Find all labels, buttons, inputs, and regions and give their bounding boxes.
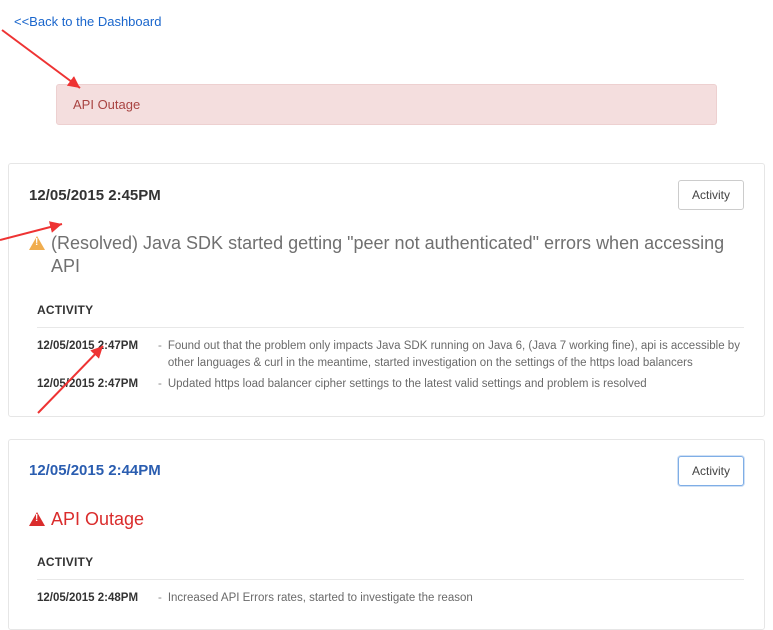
activity-section-label: ACTIVITY: [37, 303, 744, 317]
activity-button[interactable]: Activity: [678, 456, 744, 486]
log-message: Found out that the problem only impacts …: [168, 338, 744, 373]
log-message: Increased API Errors rates, started to i…: [168, 590, 744, 607]
incident-timestamp: 12/05/2015 2:44PM: [29, 462, 161, 479]
incident-title-row: ! API Outage: [29, 508, 744, 531]
log-row: 12/05/2015 2:47PM - Found out that the p…: [37, 338, 744, 373]
log-separator: -: [158, 376, 162, 393]
warning-triangle-icon: !: [29, 512, 45, 526]
alert-banner-text: API Outage: [73, 97, 140, 112]
warning-triangle-icon: !: [29, 236, 45, 250]
log-timestamp: 12/05/2015 2:47PM: [37, 338, 152, 373]
alert-banner: API Outage: [56, 84, 717, 125]
back-to-dashboard-link[interactable]: <<Back to the Dashboard: [0, 0, 161, 29]
incident-title: API Outage: [51, 508, 144, 531]
log-timestamp: 12/05/2015 2:47PM: [37, 376, 152, 393]
incident-card: 12/05/2015 2:45PM Activity ! (Resolved) …: [8, 163, 765, 417]
log-separator: -: [158, 590, 162, 607]
incident-title-row: ! (Resolved) Java SDK started getting "p…: [29, 232, 744, 279]
incident-title: (Resolved) Java SDK started getting "pee…: [51, 232, 744, 279]
divider: [37, 327, 744, 328]
activity-button[interactable]: Activity: [678, 180, 744, 210]
log-timestamp: 12/05/2015 2:48PM: [37, 590, 152, 607]
activity-section-label: ACTIVITY: [37, 555, 744, 569]
log-message: Updated https load balancer cipher setti…: [168, 376, 744, 393]
incident-card: 12/05/2015 2:44PM Activity ! API Outage …: [8, 439, 765, 630]
log-separator: -: [158, 338, 162, 373]
log-row: 12/05/2015 2:47PM - Updated https load b…: [37, 376, 744, 393]
divider: [37, 579, 744, 580]
incident-timestamp: 12/05/2015 2:45PM: [29, 187, 161, 204]
log-row: 12/05/2015 2:48PM - Increased API Errors…: [37, 590, 744, 607]
